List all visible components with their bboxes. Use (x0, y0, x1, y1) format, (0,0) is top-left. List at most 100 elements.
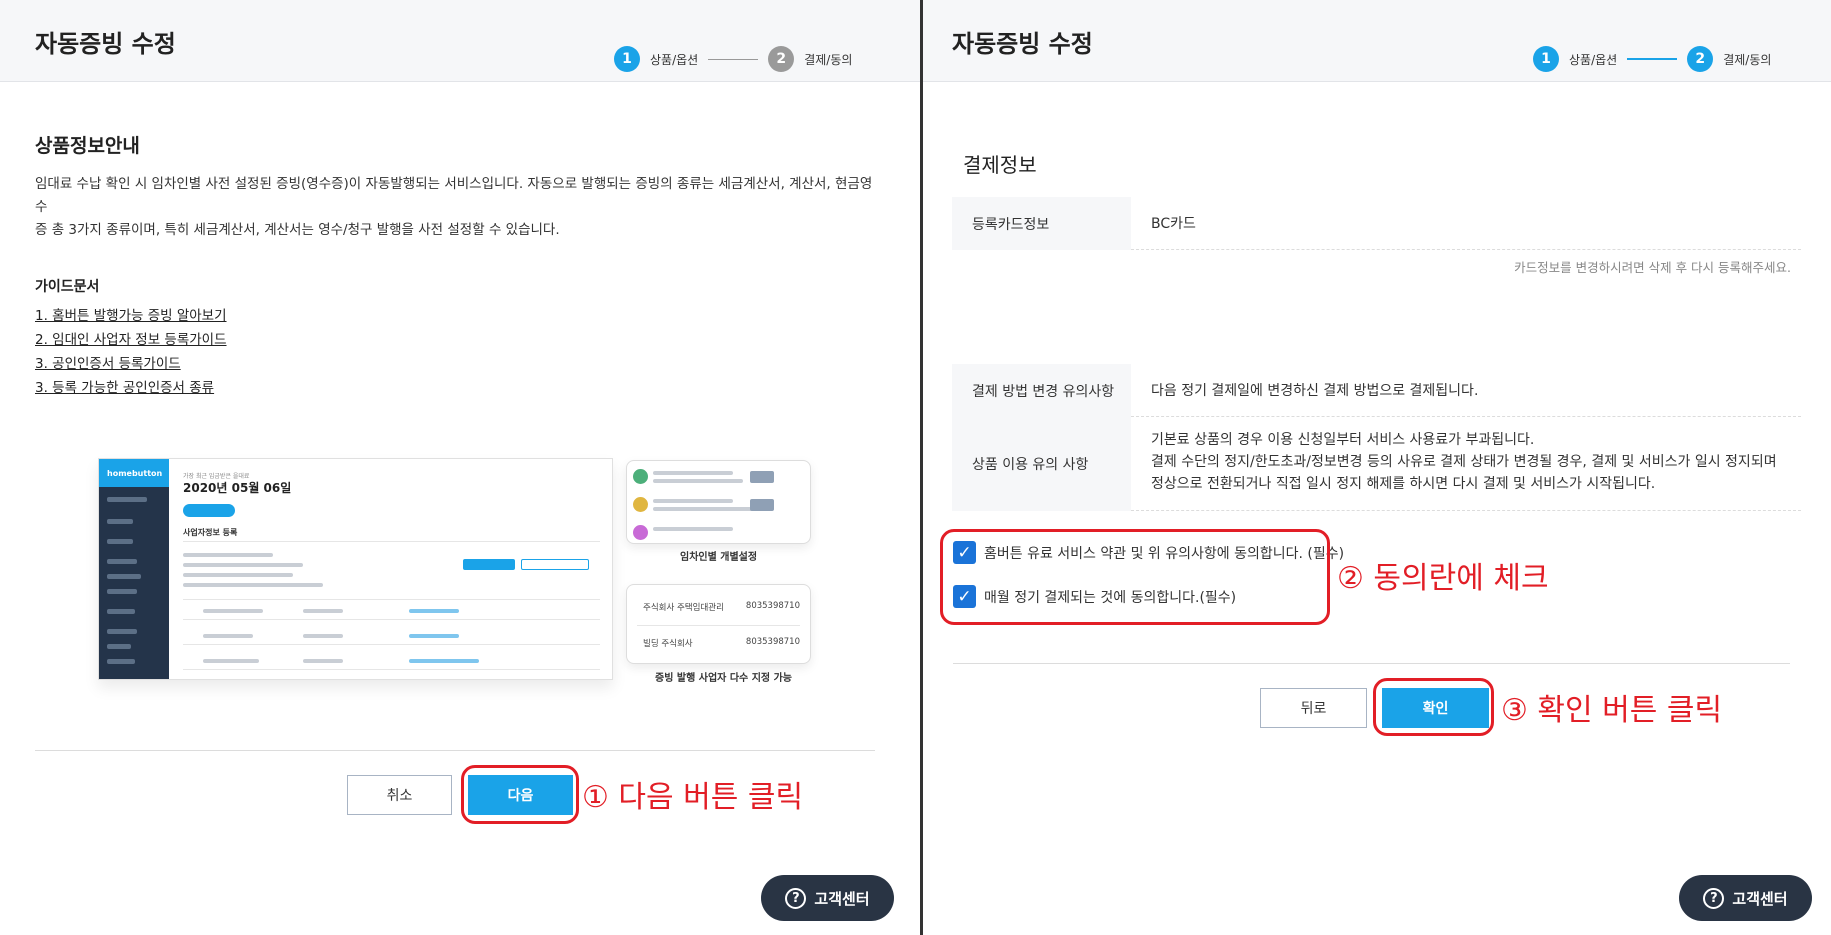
avatar (633, 525, 648, 540)
avatar (633, 497, 648, 512)
card-change-note: 카드정보를 변경하시려면 삭제 후 다시 등록해주세요. (1514, 260, 1791, 275)
customer-center-button[interactable]: ? 고객센터 (1679, 875, 1812, 921)
step-indicator: 1 상품/옵션 2 결제/동의 (1533, 46, 1771, 72)
help-label: 고객센터 (814, 889, 870, 908)
business-number: 8035398710 (745, 637, 800, 647)
cancel-button[interactable]: 취소 (347, 775, 452, 815)
step-2-label: 결제/동의 (804, 52, 853, 67)
left-panel: 자동증빙 수정 1 상품/옵션 2 결제/동의 상품정보안내 임대료 수납 확인… (0, 0, 920, 935)
preview-business-card: 주식회사 주택임대관리 8035398710 빌딩 주식회사 803539871… (626, 584, 811, 664)
business-number: 8035398710 (745, 601, 800, 611)
preview-text-line (653, 507, 753, 511)
preview-divider (183, 644, 600, 645)
preview-subtitle: 사업자정보 등록 (183, 528, 238, 537)
step-1-circle: 1 (1533, 46, 1559, 72)
page-title: 자동증빙 수정 (35, 30, 176, 58)
preview-card-row (633, 493, 804, 517)
preview-card-row (633, 521, 804, 545)
preview-text-line (203, 634, 253, 638)
step-2-label: 결제/동의 (1723, 52, 1772, 67)
avatar (633, 469, 648, 484)
preview-button (521, 559, 589, 570)
guide-link-2[interactable]: 2. 임대인 사업자 정보 등록가이드 (35, 328, 227, 348)
preview-text-line (653, 527, 733, 531)
guide-link-1[interactable]: 1. 홈버튼 발행가능 증빙 알아보기 (35, 304, 227, 324)
preview-text-line (653, 471, 733, 475)
guide-title: 가이드문서 (35, 279, 100, 295)
divider (953, 663, 1790, 664)
preview-text-line (183, 563, 303, 567)
change-notice-label: 결제 방법 변경 유의사항 (952, 364, 1131, 417)
preview-sidebar: homebutton (99, 459, 169, 679)
back-button[interactable]: 뒤로 (1260, 688, 1367, 728)
step-2-circle: 2 (1687, 46, 1714, 72)
preview-text-line (303, 659, 343, 663)
description-line: 임대료 수납 확인 시 임차인별 사전 설정된 증빙(영수증)이 자동발행되는 … (35, 176, 873, 215)
step-connector (1627, 58, 1678, 60)
preview-card-caption: 임차인별 개별설정 (680, 552, 758, 563)
help-icon: ? (1703, 887, 1725, 909)
preview-sidebar-item (107, 497, 147, 502)
help-label: 고객센터 (1732, 889, 1788, 908)
preview-text-line (303, 609, 343, 613)
business-name: 주식회사 주택임대관리 (643, 603, 724, 613)
preview-sidebar-item (107, 559, 137, 564)
step-1-circle: 1 (614, 46, 640, 72)
preview-card-row: 빌딩 주식회사 8035398710 (643, 637, 800, 649)
annotation-step-2: ② 동의란에 체크 (1337, 561, 1549, 596)
preview-text-line (409, 609, 459, 613)
change-notice-value: 다음 정기 결제일에 변경하신 결제 방법으로 결제됩니다. (1131, 364, 1801, 417)
highlight-box (1373, 678, 1494, 736)
usage-notice-label: 상품 이용 유의 사항 (952, 417, 1131, 511)
preview-logo: homebutton (99, 459, 169, 487)
preview-text-line (409, 659, 479, 663)
product-description: 임대료 수납 확인 시 임차인별 사전 설정된 증빙(영수증)이 자동발행되는 … (35, 173, 875, 242)
preview-tenant-card (626, 460, 811, 544)
preview-divider (637, 625, 800, 626)
card-info-value: BC카드 (1131, 197, 1801, 250)
guide-link-3[interactable]: 3. 공인인증서 등록가이드 (35, 352, 181, 372)
card-info-label: 등록카드정보 (952, 197, 1131, 250)
preview-card-row: 주식회사 주택임대관리 8035398710 (643, 601, 800, 613)
guide-link-4[interactable]: 3. 등록 가능한 공인인증서 종류 (35, 376, 214, 396)
preview-pill (183, 504, 235, 517)
section-title: 결제정보 (963, 153, 1037, 177)
preview-text-line (653, 479, 743, 483)
preview-divider (183, 541, 600, 542)
usage-line: 기본료 상품의 경우 이용 신청일부터 서비스 사용료가 부과됩니다. (1151, 432, 1535, 448)
step-1-label: 상품/옵션 (650, 52, 699, 67)
right-panel: 자동증빙 수정 1 상품/옵션 2 결제/동의 결제정보 등록카드정보 BC카드… (923, 0, 1831, 935)
customer-center-button[interactable]: ? 고객센터 (761, 875, 894, 921)
preview-date: 2020년 05월 06일 (183, 481, 292, 495)
page-title: 자동증빙 수정 (952, 30, 1093, 58)
header: 자동증빙 수정 1 상품/옵션 2 결제/동의 (923, 0, 1831, 82)
preview-button (463, 559, 515, 570)
preview-sidebar-item (107, 644, 131, 649)
description-line: 증 총 3가지 종류이며, 특히 세금계산서, 계산서는 영수/청구 발행을 사… (35, 222, 560, 238)
divider (35, 750, 875, 751)
highlight-box (461, 765, 579, 824)
preview-button (750, 471, 774, 483)
preview-text-line (409, 634, 459, 638)
step-2-circle: 2 (768, 46, 795, 72)
preview-text-line (183, 553, 273, 557)
preview-divider (183, 669, 600, 670)
preview-card-row (633, 465, 804, 489)
annotation-step-3: ③ 확인 버튼 클릭 (1501, 693, 1723, 728)
preview-text-line (203, 609, 263, 613)
tutorial-screenshot: 자동증빙 수정 1 상품/옵션 2 결제/동의 상품정보안내 임대료 수납 확인… (0, 0, 1831, 935)
preview-divider (183, 619, 600, 620)
preview-sidebar-item (107, 539, 133, 544)
preview-text-line (183, 573, 293, 577)
highlight-box (940, 529, 1330, 625)
preview-text-line (203, 659, 259, 663)
preview-text-line (183, 583, 323, 587)
usage-line: 결제 수단의 정지/한도초과/정보변경 등의 사유로 결제 상태가 변경될 경우… (1151, 454, 1777, 470)
preview-divider (183, 599, 600, 600)
header: 자동증빙 수정 1 상품/옵션 2 결제/동의 (0, 0, 920, 82)
preview-text-line (303, 634, 343, 638)
preview-sidebar-item (107, 659, 135, 664)
business-name: 빌딩 주식회사 (643, 639, 693, 649)
help-icon: ? (785, 887, 807, 909)
service-preview-image: homebutton 가장 최근 입금받은 을대료 2020년 05월 06일 … (98, 458, 613, 680)
